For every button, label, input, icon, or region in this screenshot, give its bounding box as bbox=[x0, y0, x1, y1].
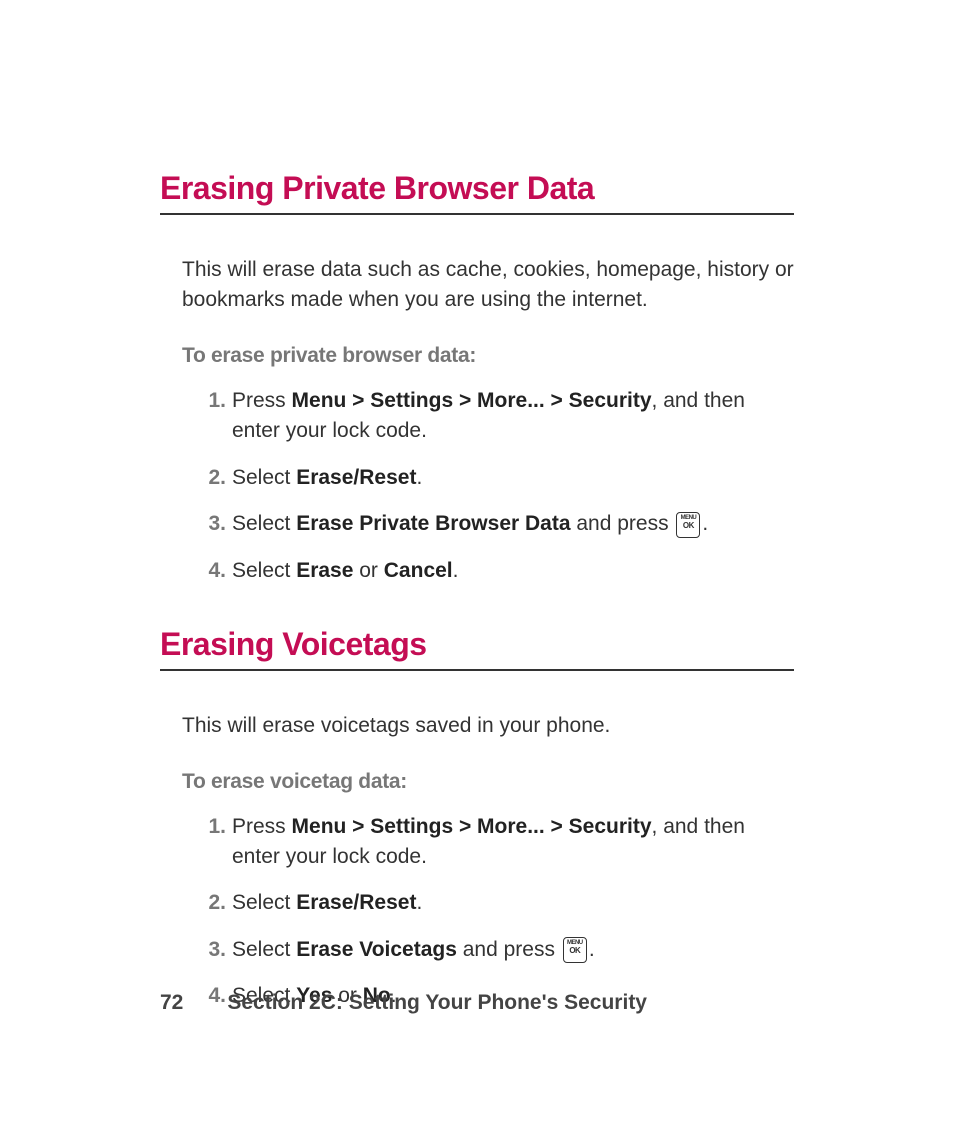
subheading-2: To erase voicetag data: bbox=[182, 770, 794, 794]
step-text: . bbox=[589, 938, 595, 961]
step-text: Select bbox=[232, 559, 296, 582]
key-top-label: MENU bbox=[677, 515, 699, 521]
step-text: . bbox=[416, 466, 422, 489]
step-text: Press bbox=[232, 815, 292, 838]
step-item: Select Erase/Reset. bbox=[232, 463, 794, 493]
intro-paragraph-2: This will erase voicetags saved in your … bbox=[182, 711, 794, 741]
step-bold: Erase Private Browser Data bbox=[296, 512, 570, 535]
step-bold: Erase Voicetags bbox=[296, 938, 457, 961]
step-text: and press bbox=[457, 938, 561, 961]
step-text: Select bbox=[232, 512, 296, 535]
menu-ok-key-icon: MENUOK bbox=[563, 937, 587, 963]
step-bold: Cancel bbox=[384, 559, 453, 582]
heading-erase-voicetags: Erasing Voicetags bbox=[160, 626, 794, 663]
step-item: Select Erase/Reset. bbox=[232, 888, 794, 918]
step-text: Select bbox=[232, 938, 296, 961]
step-text: and press bbox=[571, 512, 675, 535]
step-bold: Erase bbox=[296, 559, 353, 582]
step-text: Select bbox=[232, 891, 296, 914]
step-bold: Menu > Settings > More... > Security bbox=[292, 389, 652, 412]
intro-paragraph-1: This will erase data such as cache, cook… bbox=[182, 255, 794, 316]
key-bot-label: OK bbox=[677, 522, 699, 530]
page-footer: 72 Section 2C: Setting Your Phone's Secur… bbox=[160, 991, 647, 1015]
steps-list-2: Press Menu > Settings > More... > Securi… bbox=[182, 812, 794, 1012]
step-bold: Menu > Settings > More... > Security bbox=[292, 815, 652, 838]
step-bold: Erase/Reset bbox=[296, 891, 416, 914]
subheading-1: To erase private browser data: bbox=[182, 344, 794, 368]
step-item: Press Menu > Settings > More... > Securi… bbox=[232, 386, 794, 447]
page-number: 72 bbox=[160, 991, 183, 1014]
step-text: or bbox=[353, 559, 383, 582]
manual-page: Erasing Private Browser Data This will e… bbox=[0, 0, 954, 1145]
step-item: Press Menu > Settings > More... > Securi… bbox=[232, 812, 794, 873]
section-label: Section 2C: Setting Your Phone's Securit… bbox=[227, 991, 647, 1014]
step-text: . bbox=[702, 512, 708, 535]
menu-ok-key-icon: MENUOK bbox=[676, 512, 700, 538]
step-item: Select Erase or Cancel. bbox=[232, 556, 794, 586]
steps-list-1: Press Menu > Settings > More... > Securi… bbox=[182, 386, 794, 586]
step-bold: Erase/Reset bbox=[296, 466, 416, 489]
step-item: Select Erase Voicetags and press MENUOK. bbox=[232, 935, 794, 965]
step-text: Select bbox=[232, 466, 296, 489]
key-bot-label: OK bbox=[564, 947, 586, 955]
heading-erase-browser-data: Erasing Private Browser Data bbox=[160, 170, 794, 207]
step-item: Select Erase Private Browser Data and pr… bbox=[232, 509, 794, 539]
heading-rule bbox=[160, 213, 794, 215]
step-text: . bbox=[453, 559, 459, 582]
step-text: Press bbox=[232, 389, 292, 412]
heading-rule bbox=[160, 669, 794, 671]
step-text: . bbox=[416, 891, 422, 914]
